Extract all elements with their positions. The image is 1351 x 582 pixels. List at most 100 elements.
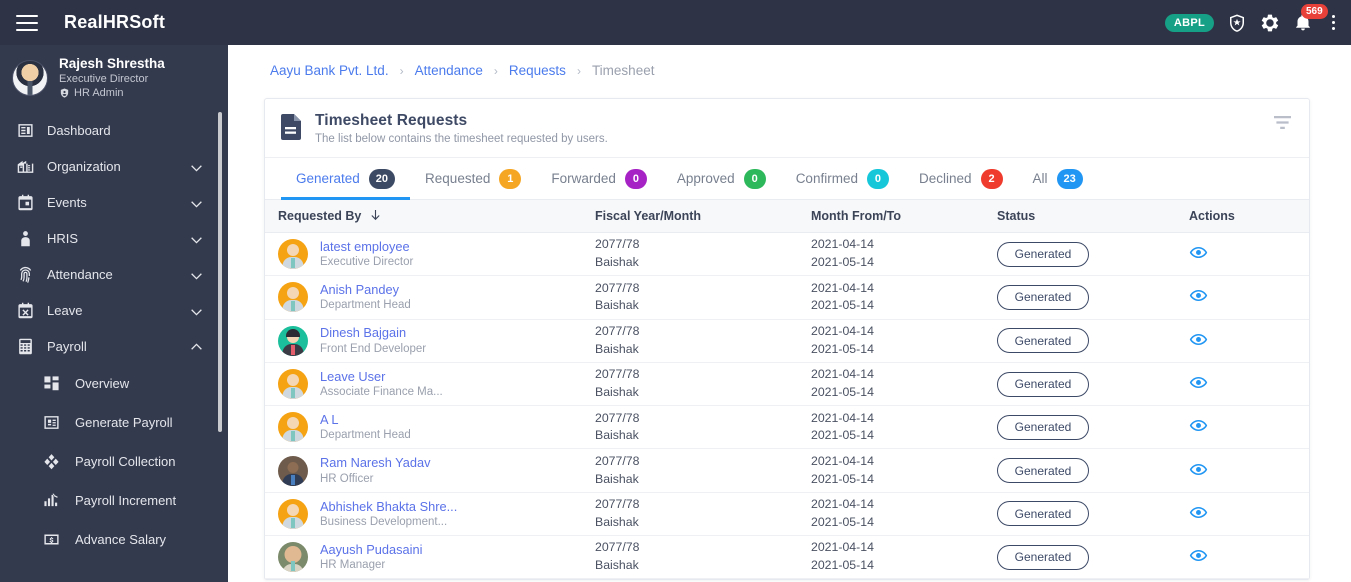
vertical-dots-icon[interactable] — [1328, 13, 1339, 32]
chevron-down-icon[interactable] — [191, 269, 202, 280]
column-header-actions: Actions — [1189, 209, 1235, 223]
bell-icon[interactable]: 569 — [1293, 3, 1328, 34]
eye-icon[interactable] — [1189, 463, 1208, 482]
chevron-up-icon[interactable] — [191, 341, 202, 352]
sidebar-item-attendance[interactable]: Attendance — [0, 256, 228, 292]
column-label: Requested By — [278, 209, 362, 223]
cell-month-from-to: 2021-04-14 2021-05-14 — [811, 453, 997, 489]
column-header-requested-by[interactable]: Requested By — [265, 209, 595, 223]
sidebar-item-payroll-collection[interactable]: Payroll Collection — [0, 442, 228, 481]
fiscal-month: Baishak — [595, 514, 639, 529]
user-name-link[interactable]: Leave User — [320, 368, 443, 385]
column-header-fiscal-year-month: Fiscal Year/Month — [595, 209, 702, 223]
tab-requested[interactable]: Requested 1 — [410, 158, 536, 199]
user-name-link[interactable]: Ram Naresh Yadav — [320, 454, 431, 471]
user-name-link[interactable]: Dinesh Bajgain — [320, 324, 426, 341]
sidebar-item-events[interactable]: Events — [0, 184, 228, 220]
user-role: Business Development... — [320, 515, 448, 528]
eye-icon[interactable] — [1189, 333, 1208, 352]
sidebar-item-advance-salary[interactable]: Advance Salary — [0, 520, 228, 559]
sidebar-item-leave[interactable]: Leave — [0, 292, 228, 328]
chevron-down-icon[interactable] — [191, 305, 202, 316]
breadcrumb-separator: › — [576, 63, 581, 78]
cell-month-from-to: 2021-04-14 2021-05-14 — [811, 366, 997, 402]
sidebar-item-label: Dashboard — [47, 122, 111, 138]
user-name-link[interactable]: Aayush Pudasaini — [320, 541, 422, 558]
month-from: 2021-04-14 — [811, 323, 874, 338]
tab-confirmed[interactable]: Confirmed 0 — [781, 158, 904, 199]
cell-status: Generated — [997, 328, 1189, 354]
sidebar-item-organization[interactable]: Organization — [0, 148, 228, 184]
status-badge: Generated — [997, 544, 1089, 570]
breadcrumb-separator: › — [493, 63, 498, 78]
user-name-link[interactable]: Abhishek Bhakta Shre... — [320, 498, 457, 515]
sidebar-profile[interactable]: Rajesh Shrestha Executive Director HR Ad… — [0, 45, 228, 110]
card-header: Timesheet Requests The list below contai… — [265, 99, 1309, 158]
chevron-down-icon[interactable] — [191, 161, 202, 172]
breadcrumb-item-2[interactable]: Requests — [509, 63, 566, 78]
sidebar-item-label: Payroll Collection — [75, 454, 176, 470]
eye-icon[interactable] — [1189, 420, 1208, 438]
tab-approved[interactable]: Approved 0 — [662, 158, 781, 199]
sidebar-item-dashboard[interactable]: Dashboard — [0, 112, 228, 148]
user-role: Associate Finance Ma... — [320, 385, 443, 398]
sidebar-item-payroll-increment[interactable]: Payroll Increment — [0, 481, 228, 520]
fiscal-year: 2077/78 — [595, 280, 640, 295]
tab-generated[interactable]: Generated 20 — [281, 158, 411, 200]
status-badge: Generated — [997, 241, 1089, 267]
sidebar-item-payroll[interactable]: Payroll — [0, 328, 228, 364]
hamburger-icon[interactable] — [16, 14, 38, 31]
cell-fiscal-year-month: 2077/78 Baishak — [595, 236, 811, 272]
timesheet-requests-card: Timesheet Requests The list below contai… — [264, 98, 1310, 581]
fiscal-year: 2077/78 — [595, 497, 640, 512]
arrow-down-icon[interactable] — [370, 209, 381, 223]
avatar — [278, 325, 308, 356]
filter-icon[interactable] — [1274, 116, 1291, 135]
tab-all[interactable]: All 23 — [1018, 158, 1098, 199]
status-badge: Generated — [997, 371, 1089, 397]
fingerprint-icon — [14, 266, 36, 283]
tab-label: Forwarded — [551, 171, 616, 186]
eye-icon[interactable] — [1189, 506, 1208, 525]
sidebar-item-label: Organization — [47, 158, 121, 174]
chevron-down-icon[interactable] — [191, 233, 202, 244]
month-from: 2021-04-14 — [811, 453, 874, 468]
tab-declined[interactable]: Declined 2 — [904, 158, 1018, 199]
user-name-link[interactable]: A L — [320, 411, 411, 428]
breadcrumb-item-1[interactable]: Attendance — [415, 63, 483, 78]
sidebar-item-overview[interactable]: Overview — [0, 364, 228, 403]
tab-forwarded[interactable]: Forwarded 0 — [536, 158, 662, 199]
eye-icon[interactable] — [1189, 376, 1208, 395]
avatar — [278, 369, 308, 400]
sidebar-item-generate-payroll[interactable]: Generate Payroll — [0, 403, 228, 442]
sidebar-scrollbar[interactable] — [218, 112, 222, 432]
tab-label: Declined — [918, 171, 972, 186]
breadcrumb: Aayu Bank Pvt. Ltd. › Attendance › Requests ›… — [228, 45, 1351, 78]
cell-requested-by: Leave User Associate Finance Ma... — [265, 368, 595, 401]
status-badge: Generated — [997, 458, 1089, 484]
sidebar-item-label: Attendance — [47, 266, 113, 282]
cell-actions — [1189, 546, 1307, 568]
topbar-actions: ABPL 569 — [1164, 0, 1339, 45]
org-badge[interactable]: ABPL — [1164, 13, 1214, 32]
eye-icon[interactable] — [1189, 247, 1208, 265]
cell-month-from-to: 2021-04-14 2021-05-14 — [811, 410, 997, 446]
cell-status: Generated — [997, 371, 1189, 397]
month-from: 2021-04-14 — [811, 367, 874, 382]
user-name-link[interactable]: Anish Pandey — [320, 281, 411, 298]
eye-icon[interactable] — [1189, 290, 1208, 308]
app-root: RealHRSoft ABPL 569 Rajesh Shrestha Exec… — [0, 0, 1351, 582]
fiscal-year: 2077/78 — [595, 323, 640, 338]
shield-star-icon[interactable] — [1227, 13, 1247, 33]
sidebar-item-hris[interactable]: HRIS — [0, 220, 228, 256]
eye-icon[interactable] — [1189, 550, 1208, 568]
breadcrumb-item-0[interactable]: Aayu Bank Pvt. Ltd. — [270, 63, 389, 78]
fiscal-month: Baishak — [595, 428, 639, 443]
avatar — [12, 59, 48, 96]
user-name-link[interactable]: latest employee — [320, 238, 413, 255]
gear-icon[interactable] — [1260, 13, 1280, 33]
chevron-down-icon[interactable] — [191, 197, 202, 208]
cell-status: Generated — [997, 414, 1189, 440]
fiscal-year: 2077/78 — [595, 237, 640, 252]
money-bill-icon — [40, 531, 62, 548]
